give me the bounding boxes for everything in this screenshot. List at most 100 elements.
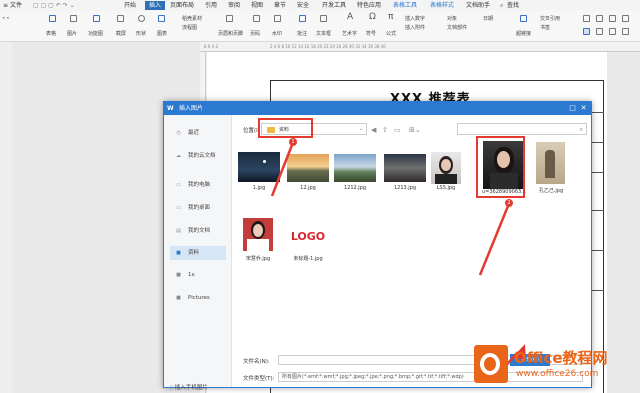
menu-table-tools[interactable]: 表格工具 [393,2,417,9]
table-icon[interactable] [49,15,56,22]
sidebar-item-folder-1x[interactable]: ■ 1x [170,268,226,282]
ribbon-label-bookmark[interactable]: 书签 [540,25,550,31]
menu-special[interactable]: 特色应用 [357,2,381,9]
textbox-icon[interactable] [320,15,327,22]
ribbon-label-formula[interactable]: 公式 [386,31,396,37]
hamburger-icon[interactable]: ≡ [3,2,8,9]
table-grid-icon[interactable] [596,15,603,22]
sidebar-item-folder-pictures[interactable]: ■ Pictures [170,291,226,305]
chevron-down-icon[interactable]: ⌄ [359,126,363,132]
table-grid-icon[interactable] [596,28,603,35]
thumbnail-city-night[interactable] [384,154,426,182]
ribbon-label-hyperlink[interactable]: 超链接 [516,31,531,37]
ribbon-label-wordart[interactable]: 艺术字 [342,31,357,37]
sidebar-item-my-desktop[interactable]: ▭ 我的桌面 [170,201,226,215]
omega-icon[interactable]: Ω [369,13,376,22]
menu-search[interactable]: 查找 [507,2,519,9]
file-label[interactable]: 宋慧乔.jpg [238,255,278,262]
dialog-title-bar[interactable]: W 插入图片 □ ✕ [164,102,591,115]
menu-doc-assistant[interactable]: 文档助手 [466,2,490,9]
file-label[interactable]: LSS.jpg [430,185,462,191]
sidebar-item-folder-data[interactable]: ■ 资料 [170,246,226,260]
file-label[interactable]: 1213.jpg [384,185,426,191]
sidebar-item-my-documents[interactable]: ▤ 我的文档 [170,224,226,238]
search-input[interactable]: ⌕ [457,123,587,135]
file-label[interactable]: 未标题-1.jpg [284,255,332,262]
close-icon[interactable]: ✕ [579,102,588,115]
ribbon-label-insert-number[interactable]: 插入数字 [405,16,425,22]
insert-phone-picture[interactable]: ▯ 插入手机图片 [170,383,208,391]
wordart-icon[interactable]: A [347,13,353,22]
hyperlink-icon[interactable] [520,15,527,22]
ribbon-label-table[interactable]: 表格 [46,31,56,37]
thumbnail-night-sky[interactable] [238,152,280,182]
menu-view[interactable]: 视图 [251,2,263,9]
table-grid-icon[interactable] [609,15,616,22]
up-folder-icon[interactable]: ⇧ [382,126,388,134]
quick-access-icons[interactable]: ▢ ▢ ▢ ↶ ↷ ⌄ [33,2,75,9]
file-label[interactable]: 孔乙己.jpg [532,187,570,194]
ribbon-label-watermark[interactable]: 水印 [272,31,282,37]
menu-security[interactable]: 安全 [297,2,309,9]
ribbon-label-screenshot[interactable]: 截屏 [116,31,126,37]
ribbon-label-symbol[interactable]: 符号 [366,31,376,37]
menu-file[interactable]: 文件 [10,2,22,9]
back-icon[interactable]: ◀ [371,126,376,134]
menu-references[interactable]: 引用 [205,2,217,9]
thumbnail-mountain-sky[interactable] [334,154,376,182]
thumbnail-logo[interactable]: LOGO [286,226,330,248]
ribbon-label-insert-attachment[interactable]: 插入附件 [405,25,425,31]
file-label[interactable]: 1212.jpg [334,185,376,191]
pi-icon[interactable]: π [388,13,393,22]
watermark-icon[interactable] [274,15,281,22]
view-mode-icon[interactable]: ⊞⌄ [409,126,421,134]
ribbon-label-chart[interactable]: 图表 [157,31,167,37]
maximize-icon[interactable]: □ [568,102,577,115]
table-grid-icon[interactable] [609,28,616,35]
table-grid-icon[interactable] [583,15,590,22]
ribbon-label-header-footer[interactable]: 页眉和页脚 [218,31,243,37]
file-label[interactable]: 12.jpg [287,185,329,191]
ribbon-label-textbox[interactable]: 文本框 [316,31,331,37]
sidebar-item-recent[interactable]: ◷ 最近 [170,126,226,140]
menu-developer[interactable]: 开发工具 [322,2,346,9]
search-icon[interactable]: ⌕ [500,2,503,9]
new-folder-icon[interactable]: ▭ [394,126,401,134]
chart-icon[interactable] [158,15,165,22]
menu-insert[interactable]: 插入 [145,1,166,10]
ribbon-label-cross-reference[interactable]: 交叉引用 [540,16,560,22]
thumbnail-illustration[interactable] [536,142,565,184]
scissors-icon[interactable] [117,15,124,22]
menu-home[interactable]: 开始 [124,2,136,9]
comment-icon[interactable] [299,15,306,22]
ribbon-label-doc-material[interactable]: 稻壳素材 [182,16,202,22]
sidebar-item-cloud-docs[interactable]: ☁ 我的云文档 [170,149,226,163]
table-grid-icon[interactable] [583,28,590,35]
ribbon-label-object[interactable]: 对象 [447,16,457,22]
search-icon[interactable]: ⌕ [580,126,583,134]
table-grid-icon[interactable] [622,28,629,35]
file-label[interactable]: 1.jpg [238,185,280,191]
thumbnail-sunset-landscape[interactable] [287,154,329,182]
thumbnail-portrait-woman[interactable] [431,152,461,184]
ribbon-label-comment[interactable]: 批注 [297,31,307,37]
menu-table-style[interactable]: 表格样式 [430,2,454,9]
ribbon-label-date[interactable]: 日期 [483,16,493,22]
menu-page-layout[interactable]: 页面布局 [170,2,194,9]
ribbon-label-image[interactable]: 图片 [67,31,77,37]
page-number-icon[interactable] [253,15,260,22]
menu-review[interactable]: 审阅 [228,2,240,9]
shape-icon[interactable] [138,15,145,22]
menu-chapter[interactable]: 章节 [274,2,286,9]
ribbon-label-doc-parts[interactable]: 文档部件 [447,25,467,31]
sidebar-item-my-computer[interactable]: ▭ 我的电脑 [170,178,226,192]
header-footer-icon[interactable] [226,15,233,22]
function-chart-icon[interactable] [93,15,100,22]
ribbon-label-flowchart[interactable]: 流程图 [182,25,197,31]
ribbon-label-shape[interactable]: 形状 [136,31,146,37]
ribbon-label-page-number[interactable]: 页码 [250,31,260,37]
table-grid-icon[interactable] [622,15,629,22]
thumbnail-portrait-red[interactable] [243,218,273,251]
ribbon-label-function-chart[interactable]: 功能图 [88,31,103,37]
image-icon[interactable] [70,15,77,22]
